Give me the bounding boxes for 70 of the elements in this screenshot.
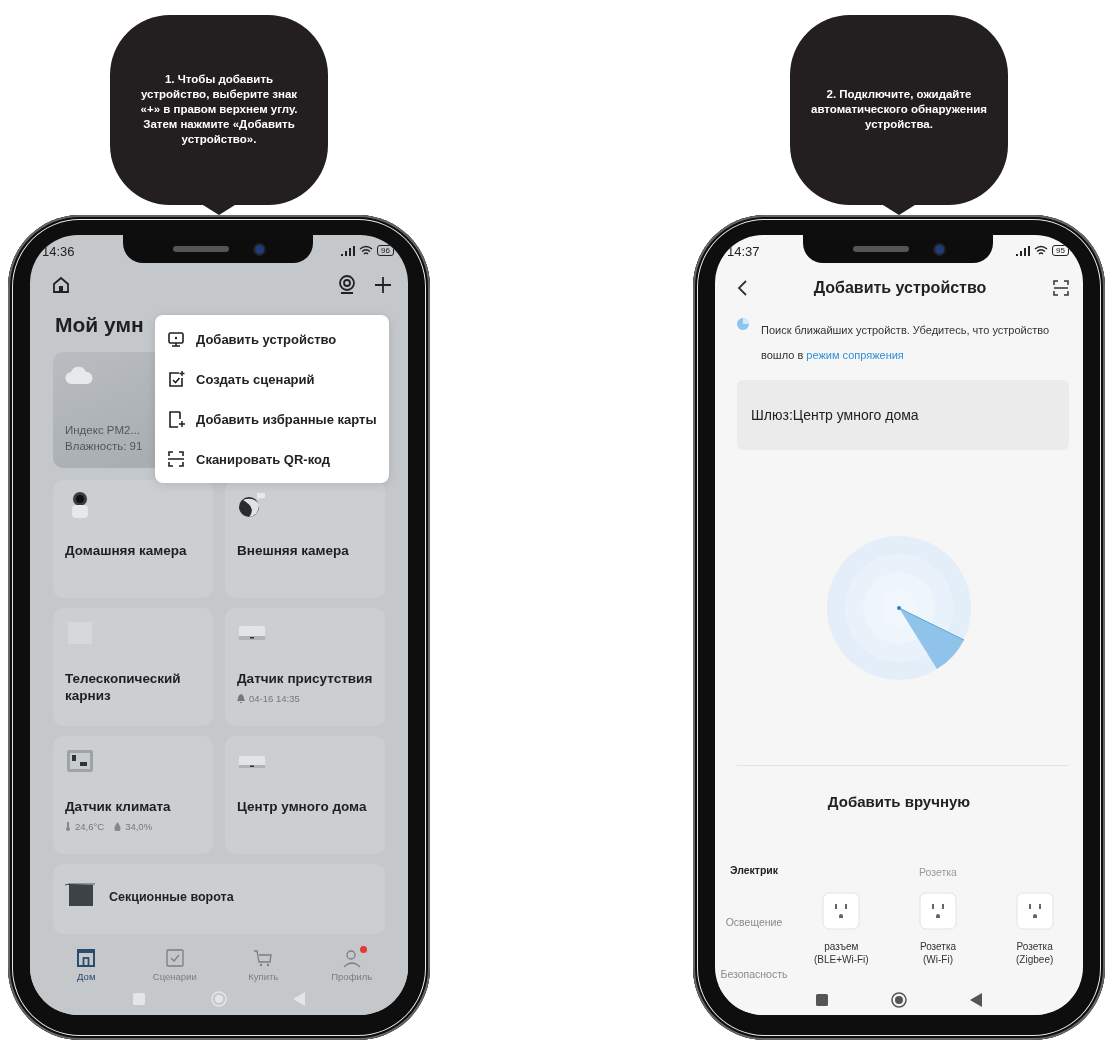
gateway-name: Шлюз:Центр умного дома	[751, 407, 919, 423]
square-nav-icon[interactable]	[816, 994, 829, 1006]
device-name: Датчик присутствия	[237, 670, 373, 687]
device-name: Секционные ворота	[109, 889, 234, 906]
device-name: Домашняя камера	[65, 542, 188, 559]
person-icon	[341, 948, 362, 968]
search-hint: Поиск ближайших устройств. Убедитесь, что устройство вошло в режим сопряжения	[761, 323, 1051, 363]
home-icon[interactable]	[52, 276, 70, 294]
signal-icon	[1016, 245, 1031, 256]
status-time: 14:37	[727, 244, 761, 259]
scan-icon	[167, 450, 185, 468]
camera-icon	[237, 490, 267, 520]
garage-door-icon	[65, 882, 95, 908]
device-name: Внешняя камера	[237, 542, 350, 559]
subcategory-title: Розетка	[919, 866, 957, 878]
gateway-card[interactable]: Шлюз:Центр умного дома	[737, 380, 1069, 450]
socket-icon[interactable]	[822, 892, 861, 930]
thermometer-icon	[65, 822, 71, 831]
cloud-icon	[65, 366, 93, 384]
menu-item[interactable]: Добавить избранные карты	[155, 399, 389, 439]
socket-icon[interactable]	[919, 892, 957, 930]
wifi-icon	[1034, 245, 1049, 256]
battery-indicator: 96	[377, 245, 394, 256]
callout-text: 2. Подключите, ожидайте автоматического обнаружения устройства.	[811, 86, 987, 132]
card-add-icon	[167, 410, 185, 428]
menu-item[interactable]: Создать сценарий	[155, 359, 389, 399]
section-heading: Добавить вручную	[827, 792, 971, 810]
wifi-icon	[359, 245, 374, 256]
camera-icon[interactable]	[338, 275, 356, 295]
device-card[interactable]: Датчик присутствия 04-16 14:35	[225, 608, 385, 726]
callout-text: 1. Чтобы добавить устройство, выберите знак «+» в правом верхнем углу. Затем нажмите «Добавить устройство».	[139, 71, 299, 147]
weather-reading: Влажность: 91	[65, 439, 144, 454]
sensor-reading: 34,0%	[125, 821, 153, 832]
last-event-time: 04-16 14:35	[249, 693, 300, 704]
home-icon	[76, 948, 97, 968]
signal-icon	[341, 245, 356, 256]
scan-icon[interactable]	[1053, 279, 1069, 296]
product-name[interactable]: Розетка (Zigbee)	[1016, 940, 1054, 966]
search-progress-icon	[737, 318, 749, 330]
device-name: Телескопический карниз	[65, 670, 182, 704]
monitor-icon	[167, 330, 185, 348]
checklist-icon	[167, 370, 185, 388]
back-icon[interactable]	[737, 279, 747, 296]
status-time: 14:36	[42, 244, 76, 259]
product-name[interactable]: разъем (BLE+Wi-Fi)	[813, 940, 869, 966]
category-item[interactable]: Электрик	[729, 864, 779, 876]
menu-item[interactable]: Добавить устройство	[155, 319, 389, 359]
device-card[interactable]: Внешняя камера	[225, 480, 385, 598]
cart-icon	[253, 948, 274, 968]
bell-icon	[237, 694, 245, 703]
back-nav-icon[interactable]	[969, 993, 982, 1007]
screen-title: Добавить устройство	[813, 278, 987, 297]
droplet-icon	[114, 822, 122, 831]
page-title: Мой умн	[55, 313, 144, 337]
socket-icon[interactable]	[1015, 892, 1054, 930]
device-card[interactable]: Датчик климата 24,6°C 34,0%	[53, 736, 213, 854]
add-icon[interactable]	[374, 276, 392, 294]
product-name[interactable]: Розетка (Wi-Fi)	[919, 940, 957, 966]
device-name: Центр умного дома	[237, 798, 368, 815]
checkbox-icon	[164, 948, 185, 968]
battery-indicator: 95	[1052, 245, 1069, 256]
circle-nav-icon[interactable]	[891, 992, 907, 1008]
device-card[interactable]: Секционные ворота	[53, 864, 385, 934]
sensor-reading: 24,6°C	[75, 821, 105, 832]
tab[interactable]: Дом	[51, 948, 122, 982]
device-card[interactable]: Центр умного дома	[225, 736, 385, 854]
device-card[interactable]: Телескопический карниз	[53, 608, 213, 726]
menu-item[interactable]: Сканировать QR-код	[155, 439, 389, 479]
device-name: Датчик климата	[65, 798, 172, 815]
device-card[interactable]: Домашняя камера	[53, 480, 213, 598]
